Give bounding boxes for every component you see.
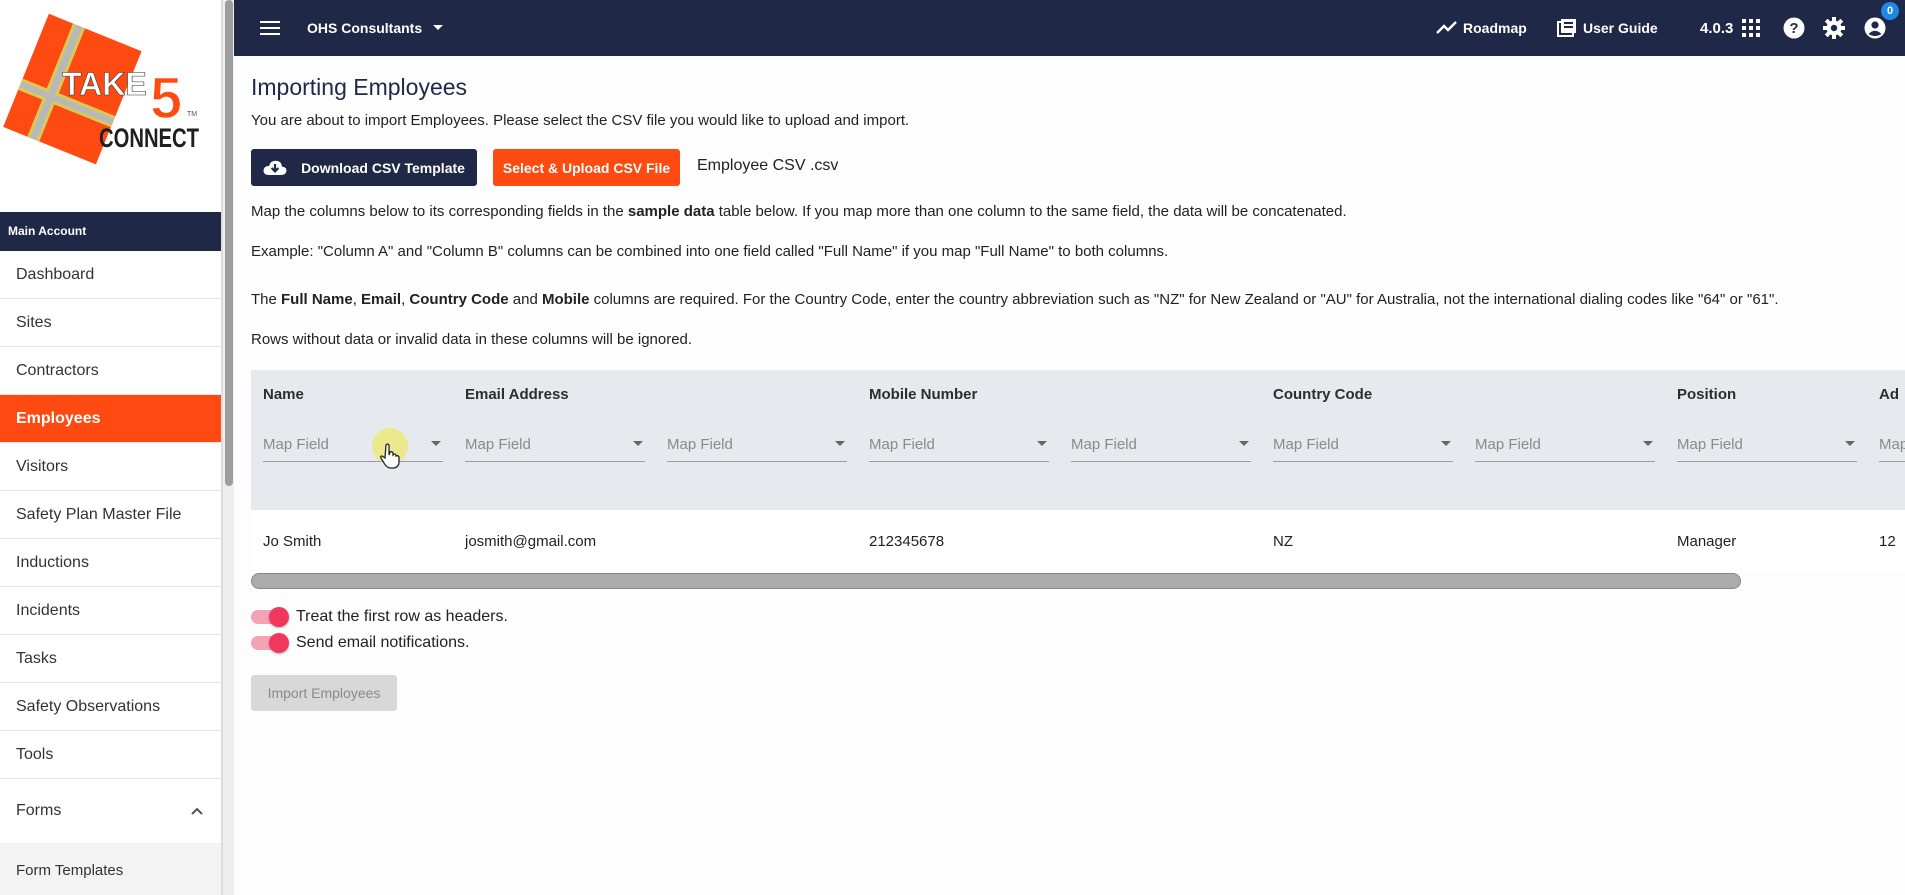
sample-data-table: Name Email Address Mobile Number Country… — [251, 370, 1905, 574]
version-label: 4.0.3 — [1700, 19, 1734, 37]
sidebar-scrollbar[interactable] — [222, 0, 234, 895]
mapping-example: Example: "Column A" and "Column B" colum… — [251, 243, 1169, 260]
sidebar-item-forms[interactable]: Forms — [0, 779, 221, 843]
main-content: Importing Employees You are about to imp… — [250, 56, 1905, 895]
sidebar-subitem-form-templates[interactable]: Form Templates — [0, 843, 221, 895]
user-guide-link[interactable]: User Guide — [1557, 0, 1658, 56]
map-field-select[interactable]: Map Field — [1879, 436, 1905, 462]
caret-down-icon — [1239, 441, 1249, 446]
cell-country-code: NZ — [1273, 533, 1293, 550]
map-field-select[interactable]: Map Field — [667, 436, 847, 462]
logo-tm: TM — [187, 111, 197, 118]
cell-mobile: 212345678 — [869, 533, 945, 550]
help-icon[interactable]: ? — [1783, 0, 1805, 56]
import-employees-button[interactable]: Import Employees — [251, 675, 397, 711]
column-header-address: Ad — [1879, 386, 1899, 403]
sidebar-item-contractors[interactable]: Contractors — [0, 347, 221, 395]
roadmap-link[interactable]: Roadmap — [1436, 0, 1527, 56]
column-header-email: Email Address — [465, 386, 569, 403]
trending-up-icon — [1436, 21, 1457, 34]
treat-first-row-headers-toggle-row[interactable]: Treat the first row as headers. — [251, 606, 508, 628]
mapping-instructions: Map the columns below to its correspondi… — [251, 203, 1347, 220]
logo-connect: CONNECT — [99, 123, 199, 153]
svg-text:?: ? — [1789, 20, 1798, 37]
cloud-download-icon — [263, 160, 287, 175]
sidebar-item-safety-plan-master-file[interactable]: Safety Plan Master File — [0, 491, 221, 539]
map-field-select[interactable]: Map Field — [1273, 436, 1453, 462]
sidebar-item-visitors[interactable]: Visitors — [0, 443, 221, 491]
sidebar-item-employees[interactable]: Employees — [0, 395, 221, 443]
send-email-notifications-label: Send email notifications. — [296, 634, 470, 651]
organization-selector[interactable]: OHS Consultants — [307, 0, 444, 56]
map-field-select[interactable]: Map Field — [1475, 436, 1655, 462]
logo-take: TAKE — [62, 66, 147, 102]
caret-down-icon — [1643, 441, 1653, 446]
top-app-bar: OHS Consultants Roadmap User Guide 4.0.3… — [234, 0, 1905, 56]
caret-down-icon — [1441, 441, 1451, 446]
take5-connect-logo[interactable]: TAKE 5 TM CONNECT — [0, 0, 221, 212]
caret-down-icon — [431, 441, 441, 446]
hand-pointer-icon — [380, 443, 400, 469]
ignore-rows-text: Rows without data or invalid data in the… — [251, 331, 693, 348]
caret-down-icon — [633, 441, 643, 446]
map-field-select[interactable]: Map Field — [1071, 436, 1251, 462]
map-field-select[interactable]: Map Field — [465, 436, 645, 462]
cell-email: josmith@gmail.com — [465, 533, 597, 550]
settings-gear-icon[interactable] — [1823, 0, 1845, 56]
map-field-select[interactable]: Map Field — [869, 436, 1049, 462]
roadmap-label: Roadmap — [1463, 20, 1527, 36]
sidebar-item-incidents[interactable]: Incidents — [0, 587, 221, 635]
send-email-notifications-toggle-row[interactable]: Send email notifications. — [251, 632, 469, 654]
caret-down-icon — [1037, 441, 1047, 446]
cell-position: Manager — [1677, 533, 1737, 550]
sidebar-item-sites[interactable]: Sites — [0, 299, 221, 347]
user-guide-label: User Guide — [1583, 20, 1658, 36]
sidebar-item-forms-label: Forms — [16, 802, 62, 819]
sidebar-item-inductions[interactable]: Inductions — [0, 539, 221, 587]
column-header-position: Position — [1677, 386, 1737, 403]
sidebar-scrollbar-thumb[interactable] — [225, 0, 233, 486]
sidebar-item-safety-observations[interactable]: Safety Observations — [0, 683, 221, 731]
download-csv-template-button[interactable]: Download CSV Template — [251, 149, 477, 186]
select-upload-csv-button[interactable]: Select & Upload CSV File — [493, 149, 680, 186]
caret-down-icon — [433, 25, 444, 30]
logo-five: 5 — [150, 66, 182, 131]
cell-address: 12 — [1879, 533, 1896, 550]
sidebar-item-dashboard[interactable]: Dashboard — [0, 251, 221, 299]
caret-down-icon — [835, 441, 845, 446]
treat-first-row-headers-label: Treat the first row as headers. — [296, 608, 508, 625]
sidebar-item-tools[interactable]: Tools — [0, 731, 221, 779]
caret-down-icon — [1845, 441, 1855, 446]
notification-badge: 0 — [1881, 2, 1899, 20]
map-field-select[interactable]: Map Field — [263, 436, 443, 462]
send-email-notifications-toggle[interactable] — [251, 633, 289, 653]
table-row: Jo Smith josmith@gmail.com 212345678 NZ … — [251, 510, 1905, 574]
menu-icon[interactable] — [260, 0, 280, 56]
table-header: Name Email Address Mobile Number Country… — [251, 370, 1905, 510]
chevron-up-icon — [190, 779, 204, 843]
cell-name: Jo Smith — [263, 533, 322, 550]
download-csv-template-label: Download CSV Template — [301, 159, 465, 176]
organization-name: OHS Consultants — [307, 20, 423, 36]
column-header-country-code: Country Code — [1273, 386, 1373, 403]
book-icon — [1557, 19, 1576, 37]
apps-grid-icon[interactable] — [1742, 0, 1760, 56]
column-header-name: Name — [263, 386, 304, 403]
required-columns-text: The Full Name, Email, Country Code and M… — [251, 291, 1779, 308]
table-horizontal-scrollbar[interactable] — [251, 573, 1741, 589]
map-field-select[interactable]: Map Field — [1677, 436, 1857, 462]
column-header-mobile: Mobile Number — [869, 386, 978, 403]
sidebar-item-tasks[interactable]: Tasks — [0, 635, 221, 683]
treat-first-row-headers-toggle[interactable] — [251, 607, 289, 627]
selected-filename: Employee CSV .csv — [697, 157, 839, 174]
sidebar: TAKE 5 TM CONNECT Main Account Dashboard… — [0, 0, 222, 895]
intro-text: You are about to import Employees. Pleas… — [251, 112, 910, 129]
sidebar-section-main-account: Main Account — [0, 212, 221, 251]
page-title: Importing Employees — [251, 74, 468, 100]
